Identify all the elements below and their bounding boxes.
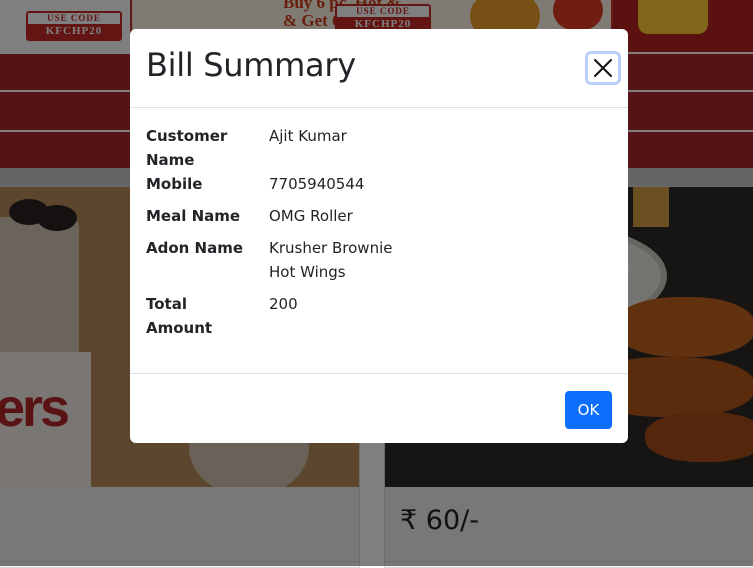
field-value-line: OMG Roller — [269, 207, 353, 225]
field-value-line: Hot Wings — [269, 263, 346, 281]
field-value-line: 200 — [269, 295, 298, 313]
field-value: Krusher Brownie Hot Wings — [269, 236, 609, 284]
field-value: 7705940544 — [269, 172, 609, 196]
field-value-line: Krusher Brownie — [269, 239, 393, 257]
field-label: Total Amount — [146, 295, 213, 337]
ok-button[interactable]: OK — [565, 391, 612, 429]
field-label: Customer Name — [146, 127, 228, 169]
bill-summary-modal: Bill Summary Customer Name Ajit Kumar Mo… — [130, 29, 628, 443]
field-label: Meal Name — [146, 207, 241, 225]
field-label: Adon Name — [146, 239, 244, 257]
field-value-line: 7705940544 — [269, 175, 365, 193]
close-icon — [594, 59, 612, 77]
field-value-line: Ajit Kumar — [269, 127, 347, 145]
modal-title: Bill Summary — [146, 46, 356, 84]
modal-body: Customer Name Ajit Kumar Mobile 77059405… — [130, 108, 628, 374]
field-value: Ajit Kumar — [269, 124, 609, 148]
field-value: 200 — [269, 292, 609, 316]
field-label: Mobile — [146, 175, 203, 193]
modal-header: Bill Summary — [130, 29, 628, 108]
close-button[interactable] — [585, 51, 621, 85]
field-value: OMG Roller — [269, 204, 609, 228]
modal-footer: OK — [130, 374, 628, 443]
